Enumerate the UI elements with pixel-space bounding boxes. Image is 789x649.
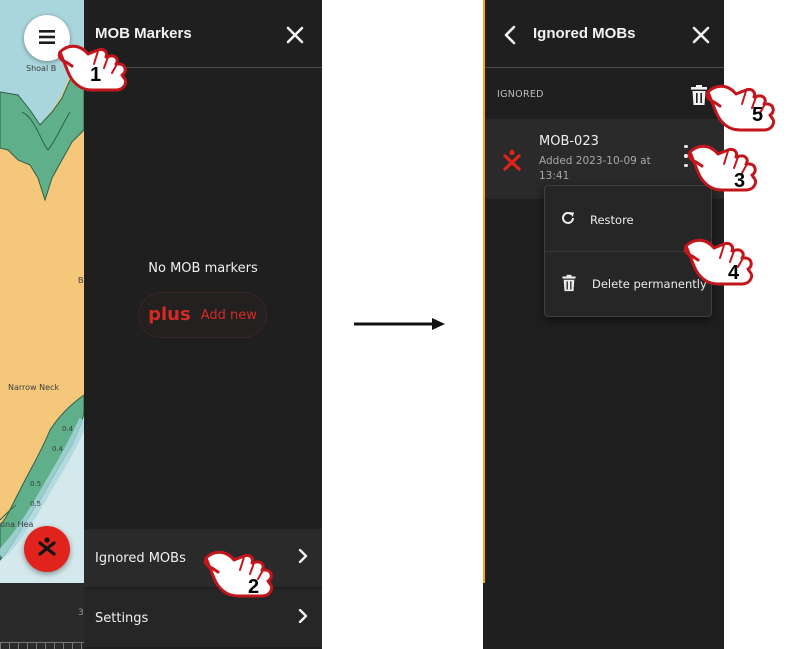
ignored-mobs-row[interactable]: Ignored MOBs [84,529,322,587]
map-place-label: Narrow Neck [8,383,60,392]
plus-icon: plus [148,304,191,325]
map-place-label: una Hea [0,520,34,529]
flow-arrow [354,316,446,332]
add-new-button[interactable]: plus Add new [138,292,267,338]
step-2-hand-icon: 2 [203,548,278,604]
chevron-left-icon [501,25,519,49]
map-depth-label: 0.4 [62,425,74,433]
step-number: 5 [752,104,764,126]
map-place-label: B [78,276,84,285]
section-label: IGNORED [497,89,544,100]
step-1-hand-icon: 1 [57,42,132,98]
restore-icon [560,210,576,229]
close-button[interactable] [284,24,306,46]
map-bottom-bar: 3 [0,583,84,649]
page-title: Ignored MOBs [533,25,636,42]
step-3-hand-icon: 3 [687,142,762,198]
map-scale-text: 3 [78,608,84,618]
mob-alert-button[interactable] [24,526,70,572]
chevron-right-icon [298,608,308,627]
map-scale-ruler [0,642,84,649]
mob-item-timestamp: Added 2023-10-09 at 13:41 [539,155,651,182]
map-place-label: Shoal B [26,64,57,73]
ignored-mobs-screen: Ignored MOBs IGNORED MOB-023 Added 2023-… [483,0,724,649]
settings-label: Settings [95,610,149,626]
hamburger-icon [39,29,55,48]
screen-edge-highlight [483,0,485,583]
chevron-right-icon [298,548,308,567]
step-number: 1 [90,64,102,86]
close-icon [284,26,306,50]
map-depth-label: 0.4 [52,445,64,453]
step-5-hand-icon: 5 [705,82,780,138]
settings-row[interactable]: Settings [84,589,322,647]
map-depth-label: 0.5 [30,480,42,488]
mob-person-icon [36,536,58,562]
back-button[interactable] [501,25,519,45]
ignored-mobs-label: Ignored MOBs [95,550,186,566]
bottom-strip [483,583,724,649]
step-4-hand-icon: 4 [683,236,758,292]
step-number: 3 [734,170,746,192]
restore-label: Restore [590,212,634,227]
step-number: 2 [248,576,260,598]
trash-icon [560,273,578,296]
close-button[interactable] [690,24,712,46]
mob-item-name: MOB-023 [539,134,599,149]
map-depth-label: 0.5 [30,500,42,508]
step-number: 4 [728,262,740,284]
drawer-title: MOB Markers [95,25,192,42]
close-icon [690,26,712,50]
ignored-mobs-header: Ignored MOBs [483,0,724,68]
add-new-label: Add new [200,307,257,323]
mob-person-icon [501,149,523,171]
empty-state-text: No MOB markers [148,261,258,276]
